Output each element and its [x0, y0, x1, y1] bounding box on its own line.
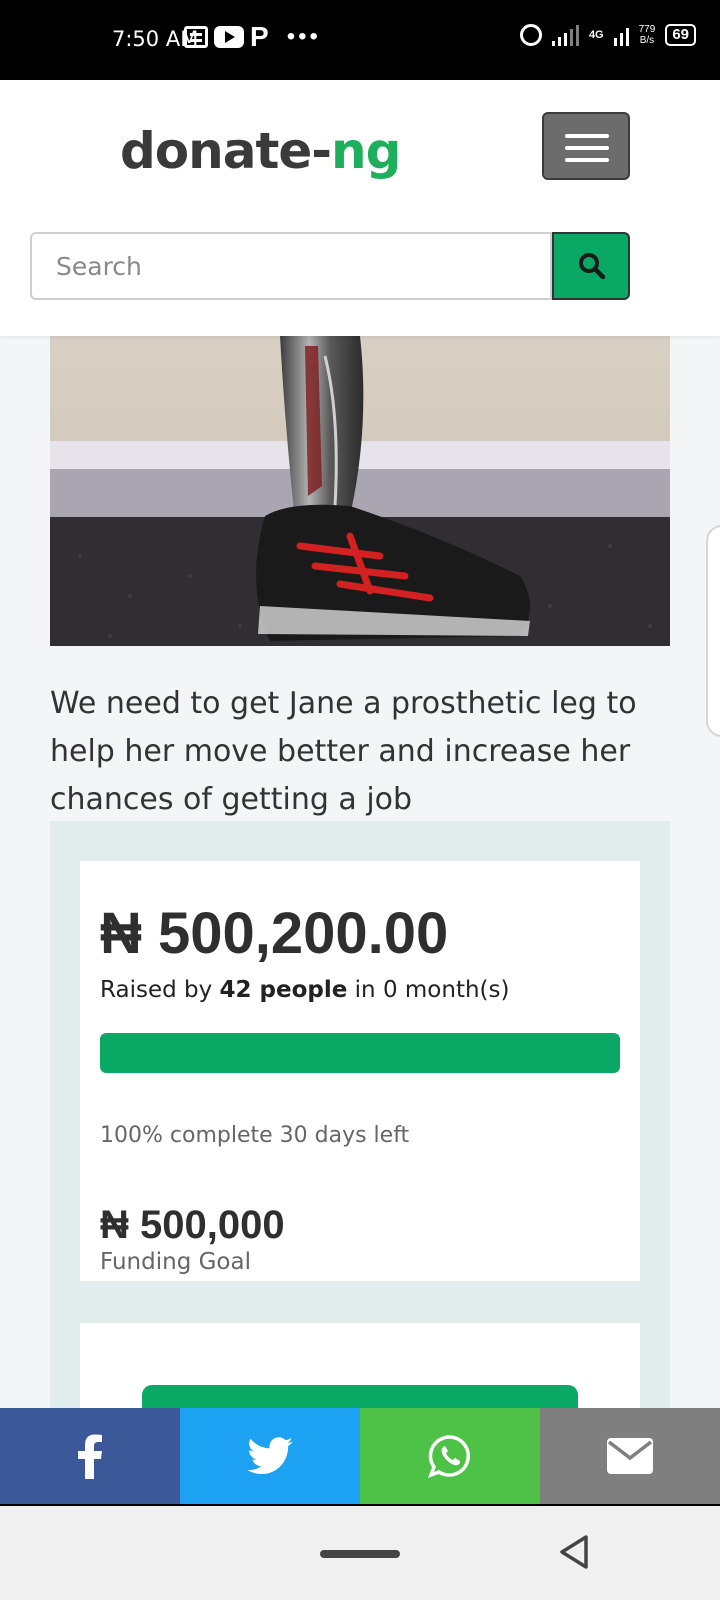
raised-people-count: 42 people [219, 977, 348, 1003]
raised-by-text: Raised by 42 people in 0 month(s) [100, 977, 509, 1003]
network-speed-unit: B/s [639, 35, 655, 46]
side-feedback-tab[interactable] [706, 525, 720, 737]
back-icon[interactable] [558, 1534, 590, 1570]
network-speed-value: 779 [638, 24, 656, 35]
signal-icon [551, 24, 579, 46]
network-type: 4G [588, 28, 604, 41]
campaign-description: We need to get Jane a prosthetic leg to … [50, 686, 637, 817]
status-bar: 7:50 AM P ••• 4G 779 B/s 69 [0, 0, 720, 80]
alarm-icon [519, 24, 542, 46]
site-logo[interactable]: donate-ng [120, 122, 401, 180]
message-notification-icon [184, 26, 208, 48]
share-bar [0, 1408, 720, 1504]
funding-progress-bar [100, 1033, 620, 1073]
youtube-notification-icon [214, 26, 244, 48]
site-header: donate-ng [0, 80, 720, 336]
twitter-icon [247, 1437, 293, 1475]
campaign-photo [50, 336, 670, 646]
facebook-share-button[interactable] [0, 1408, 180, 1504]
whatsapp-icon [428, 1435, 470, 1478]
funding-goal-label: Funding Goal [100, 1249, 251, 1275]
twitter-share-button[interactable] [180, 1408, 360, 1504]
logo-text: donate- [120, 122, 332, 180]
home-gesture-bar[interactable] [320, 1550, 400, 1558]
whatsapp-share-button[interactable] [360, 1408, 540, 1504]
amount-raised: ₦ 500,200.00 [100, 901, 449, 966]
signal-2-icon [613, 24, 629, 46]
search-button[interactable] [552, 232, 630, 300]
funding-progress-fill [100, 1033, 620, 1073]
system-icons: 4G 779 B/s 69 [519, 24, 696, 46]
notification-icons: P ••• [184, 21, 321, 52]
logo-accent-text: ng [331, 122, 401, 180]
battery-icon: 69 [665, 24, 696, 46]
completion-status: 100% complete 30 days left [100, 1123, 410, 1148]
facebook-icon [78, 1434, 102, 1479]
raised-suffix: in 0 month(s) [347, 977, 510, 1003]
more-notifications-icon: ••• [286, 23, 321, 50]
network-speed: 779 B/s [639, 24, 656, 46]
hamburger-menu-button[interactable] [542, 112, 630, 180]
email-share-button[interactable] [540, 1408, 720, 1504]
search-icon [579, 253, 606, 280]
raised-prefix: Raised by [100, 977, 220, 1003]
p-notification-icon: P [250, 21, 269, 52]
email-icon [607, 1438, 653, 1474]
search-input[interactable] [30, 232, 552, 300]
funding-goal-amount: ₦ 500,000 [100, 1203, 285, 1247]
system-navigation-bar [0, 1504, 720, 1600]
